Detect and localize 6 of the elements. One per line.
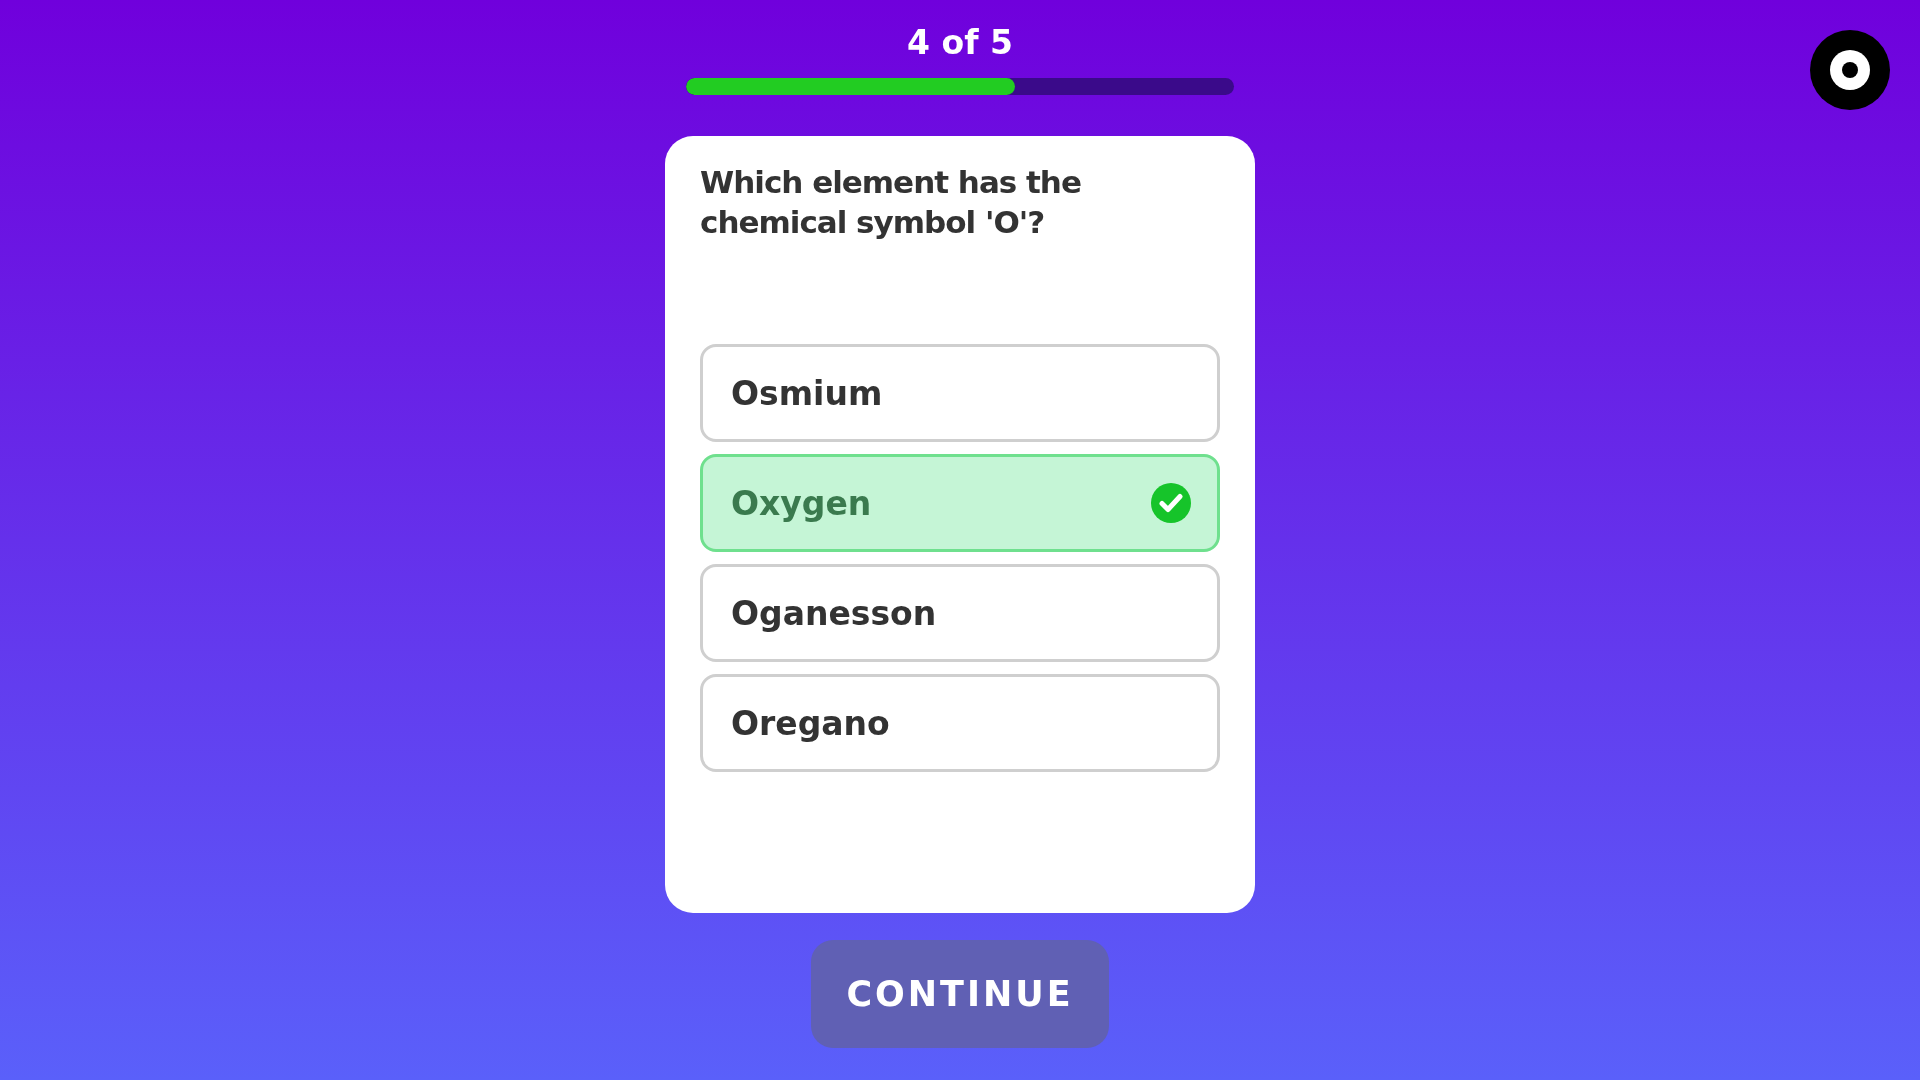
answer-option[interactable]: Oganesson bbox=[700, 564, 1220, 662]
answer-option[interactable]: Oxygen bbox=[700, 454, 1220, 552]
progress-count: 4 of 5 bbox=[907, 22, 1013, 64]
answer-option[interactable]: Oregano bbox=[700, 674, 1220, 772]
answer-option[interactable]: Osmium bbox=[700, 344, 1220, 442]
question-text: Which element has the chemical symbol 'O'? bbox=[700, 163, 1082, 242]
